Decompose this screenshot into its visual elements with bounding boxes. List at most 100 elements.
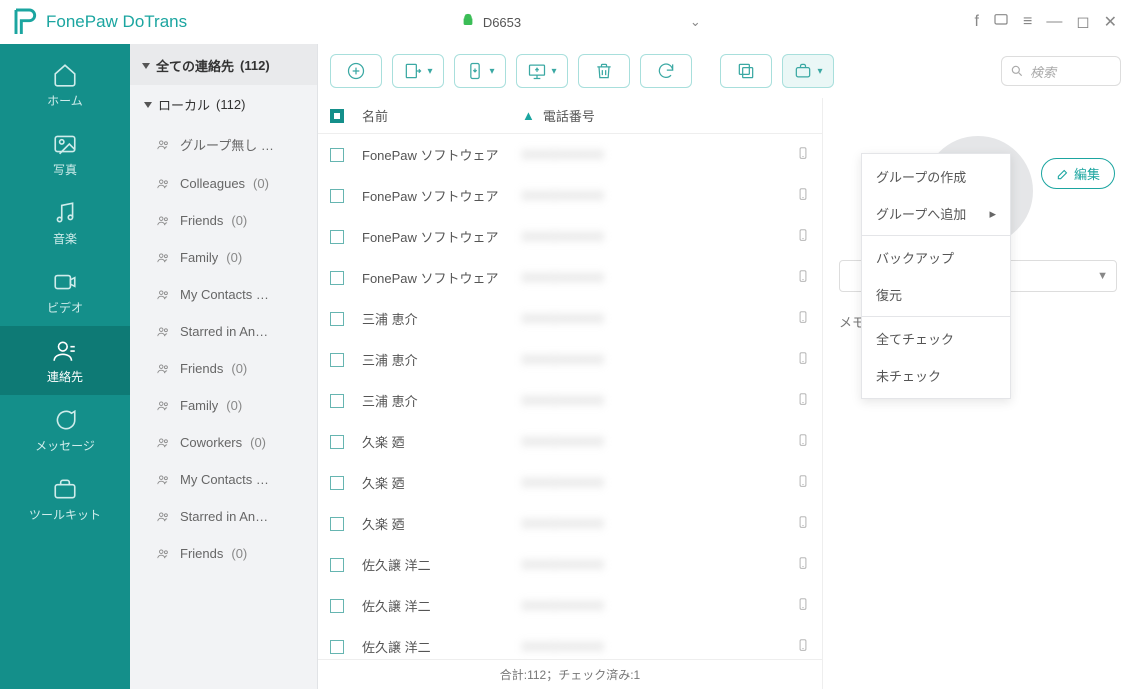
app-title: FonePaw DoTrans — [46, 12, 187, 32]
row-checkbox[interactable] — [330, 394, 344, 408]
group-item[interactable]: Friends (0) — [130, 350, 317, 387]
menu-icon[interactable]: ≡ — [1023, 13, 1032, 31]
row-checkbox[interactable] — [330, 640, 344, 654]
phone-icon — [796, 308, 810, 329]
contact-row[interactable]: 三浦 恵介0000000000 — [318, 298, 822, 339]
phone-icon — [796, 267, 810, 288]
contact-name: FonePaw ソフトウェア — [362, 145, 522, 164]
group-count: (0) — [231, 213, 247, 228]
close-button[interactable]: ✕ — [1104, 12, 1117, 32]
to-pc-button[interactable]: ▾ — [516, 54, 568, 88]
menu-restore[interactable]: 復元 — [862, 276, 1010, 313]
group-list: グループ無し … Colleagues (0)Friends (0)Family… — [130, 124, 317, 689]
row-checkbox[interactable] — [330, 353, 344, 367]
search-input[interactable]: 検索 — [1001, 56, 1121, 86]
nav-video[interactable]: ビデオ — [0, 257, 130, 326]
add-button[interactable] — [330, 54, 382, 88]
contact-phone: 0000000000 — [522, 516, 796, 531]
more-menu: グループの作成 グループへ追加▸ バックアップ 復元 全てチェック 未チェック — [861, 153, 1011, 399]
group-item[interactable]: Family (0) — [130, 239, 317, 276]
toolbar: ▾ ▾ ▾ ▾ 検索 — [318, 44, 1133, 98]
group-item[interactable]: My Contacts … — [130, 276, 317, 313]
maximize-button[interactable]: ◻ — [1076, 12, 1089, 32]
group-name: Friends — [180, 361, 223, 376]
row-checkbox[interactable] — [330, 312, 344, 326]
group-item[interactable]: Family (0) — [130, 387, 317, 424]
row-checkbox[interactable] — [330, 558, 344, 572]
row-checkbox[interactable] — [330, 148, 344, 162]
delete-button[interactable] — [578, 54, 630, 88]
group-item[interactable]: Colleagues (0) — [130, 165, 317, 202]
contact-row[interactable]: 久楽 廼0000000000 — [318, 421, 822, 462]
group-icon — [154, 547, 172, 561]
contact-row[interactable]: 三浦 恵介0000000000 — [318, 380, 822, 421]
to-device-button[interactable]: ▾ — [454, 54, 506, 88]
groups-panel: 全ての連絡先 (112) ローカル (112) グループ無し … Colleag… — [130, 44, 318, 689]
group-icon — [154, 473, 172, 487]
groups-header-count: (112) — [240, 58, 270, 73]
group-item[interactable]: Starred in An… — [130, 498, 317, 535]
group-icon — [154, 362, 172, 376]
group-item[interactable]: My Contacts … — [130, 461, 317, 498]
edit-label: 編集 — [1074, 164, 1100, 183]
contact-row[interactable]: 佐久譲 洋二0000000000 — [318, 544, 822, 585]
row-checkbox[interactable] — [330, 189, 344, 203]
contact-row[interactable]: 佐久譲 洋二0000000000 — [318, 626, 822, 659]
group-icon — [154, 399, 172, 413]
row-checkbox[interactable] — [330, 476, 344, 490]
edit-button[interactable]: 編集 — [1041, 158, 1115, 189]
select-all-checkbox[interactable] — [330, 109, 344, 123]
col-phone[interactable]: 電話番号 — [543, 106, 810, 125]
minimize-button[interactable]: — — [1046, 13, 1062, 31]
contact-row[interactable]: FonePaw ソフトウェア0000000000 — [318, 216, 822, 257]
contact-row[interactable]: FonePaw ソフトウェア0000000000 — [318, 134, 822, 175]
row-checkbox[interactable] — [330, 517, 344, 531]
feedback-icon[interactable] — [993, 12, 1009, 33]
menu-add-to-group[interactable]: グループへ追加▸ — [862, 195, 1010, 232]
device-selector[interactable]: D6653 ⌄ — [451, 9, 711, 35]
nav-home[interactable]: ホーム — [0, 50, 130, 119]
nav-label: ホーム — [47, 92, 83, 109]
submenu-arrow-icon: ▸ — [989, 206, 996, 222]
contact-row[interactable]: FonePaw ソフトウェア0000000000 — [318, 257, 822, 298]
group-item[interactable]: Coworkers (0) — [130, 424, 317, 461]
facebook-icon[interactable]: f — [975, 13, 979, 31]
contact-row[interactable]: 久楽 廼0000000000 — [318, 503, 822, 544]
contact-row[interactable]: 久楽 廼0000000000 — [318, 462, 822, 503]
group-count: (0) — [231, 546, 247, 561]
dedupe-button[interactable] — [720, 54, 772, 88]
group-item[interactable]: Friends (0) — [130, 202, 317, 239]
phone-icon — [796, 226, 810, 247]
nav-messages[interactable]: メッセージ — [0, 395, 130, 464]
groups-header[interactable]: 全ての連絡先 (112) — [130, 44, 317, 85]
nav-photos[interactable]: 写真 — [0, 119, 130, 188]
contact-row[interactable]: 三浦 恵介0000000000 — [318, 339, 822, 380]
row-checkbox[interactable] — [330, 599, 344, 613]
contact-name: 佐久譲 洋二 — [362, 555, 522, 574]
group-item[interactable]: グループ無し … — [130, 124, 317, 165]
menu-create-group[interactable]: グループの作成 — [862, 158, 1010, 195]
row-checkbox[interactable] — [330, 230, 344, 244]
contact-name: 久楽 廼 — [362, 514, 522, 533]
groups-subheader[interactable]: ローカル (112) — [130, 85, 317, 124]
contact-row[interactable]: FonePaw ソフトウェア0000000000 — [318, 175, 822, 216]
phone-icon — [796, 513, 810, 534]
group-item[interactable]: Starred in An… — [130, 313, 317, 350]
more-button[interactable]: ▾ — [782, 54, 834, 88]
group-count: (0) — [231, 361, 247, 376]
group-item[interactable]: Friends (0) — [130, 535, 317, 572]
refresh-button[interactable] — [640, 54, 692, 88]
col-name[interactable]: 名前 — [362, 106, 522, 125]
export-button[interactable]: ▾ — [392, 54, 444, 88]
contact-row[interactable]: 佐久譲 洋二0000000000 — [318, 585, 822, 626]
menu-backup[interactable]: バックアップ — [862, 239, 1010, 276]
nav-contacts[interactable]: 連絡先 — [0, 326, 130, 395]
menu-check-all[interactable]: 全てチェック — [862, 320, 1010, 357]
row-checkbox[interactable] — [330, 271, 344, 285]
search-placeholder: 検索 — [1030, 62, 1056, 81]
nav-toolkit[interactable]: ツールキット — [0, 464, 130, 533]
row-checkbox[interactable] — [330, 435, 344, 449]
group-count: (0) — [226, 250, 242, 265]
menu-uncheck[interactable]: 未チェック — [862, 357, 1010, 394]
nav-music[interactable]: 音楽 — [0, 188, 130, 257]
